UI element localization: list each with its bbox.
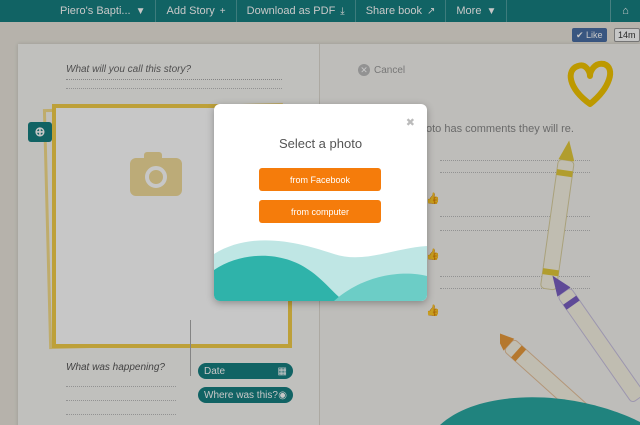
close-icon[interactable]: ✖	[406, 116, 415, 129]
dialog-title: Select a photo	[278, 136, 363, 151]
select-photo-dialog: ✖ Select a photo from Facebook from comp…	[214, 104, 427, 301]
dialog-wave-decoration	[214, 240, 427, 301]
from-computer-button[interactable]: from computer	[259, 200, 381, 223]
from-facebook-button[interactable]: from Facebook	[259, 168, 381, 191]
